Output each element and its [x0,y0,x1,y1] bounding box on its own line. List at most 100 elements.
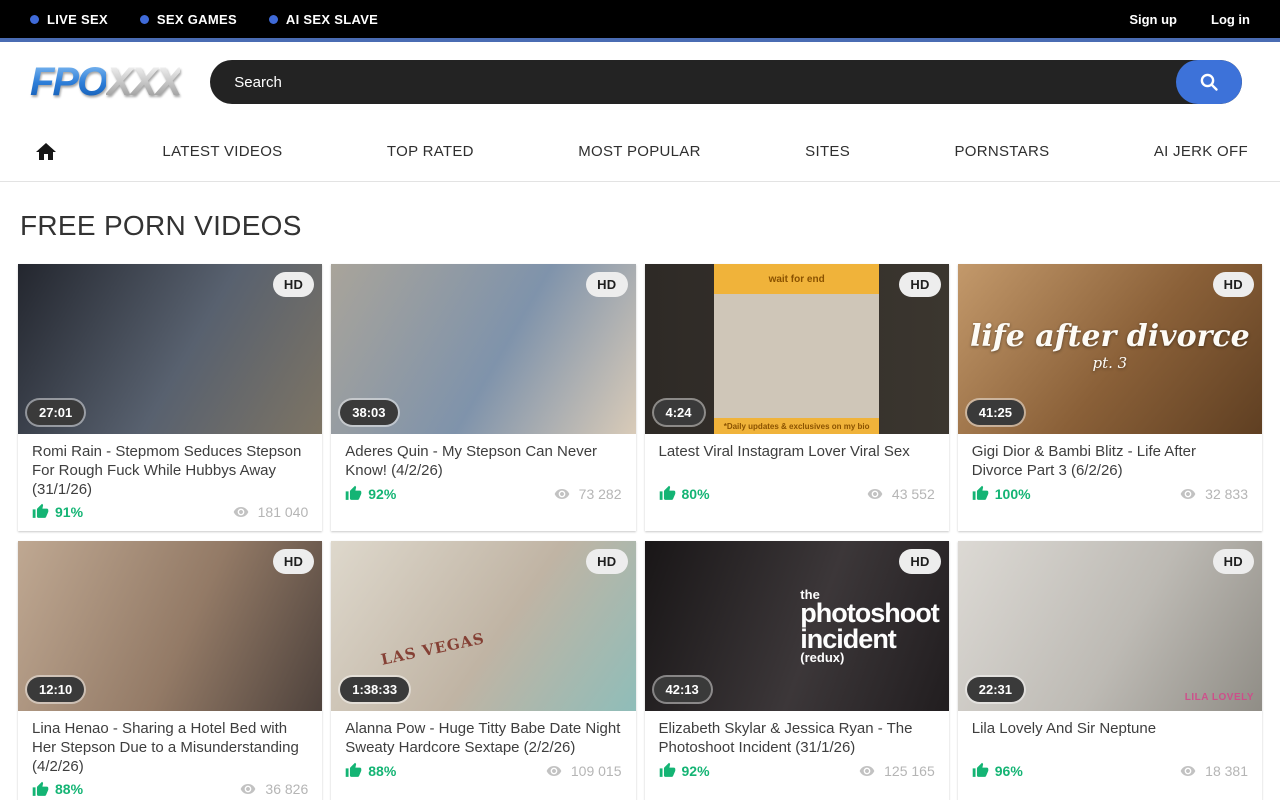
nav-link-most-popular[interactable]: MOST POPULAR [578,143,701,160]
eye-icon [238,781,258,797]
video-card[interactable]: wait for end*Daily updates & exclusives … [645,264,949,531]
video-stats: 92% 73 282 [345,485,621,502]
video-title[interactable]: Romi Rain - Stepmom Seduces Stepson For … [32,443,308,499]
video-info: Elizabeth Skylar & Jessica Ryan - The Ph… [645,711,949,790]
video-thumbnail[interactable]: HD12:10 [18,541,322,711]
topbar-link[interactable]: AI SEX SLAVE [269,12,378,27]
search-icon [1197,70,1221,94]
rating: 92% [345,485,396,502]
eye-icon [231,504,251,520]
search-input[interactable] [210,74,1176,91]
views: 32 833 [1178,486,1248,502]
views-value: 32 833 [1205,486,1248,502]
thumbs-up-icon [32,503,49,520]
signup-link[interactable]: Sign up [1129,12,1177,27]
video-thumbnail[interactable]: HD38:03 [331,264,635,434]
video-info: Lina Henao - Sharing a Hotel Bed with He… [18,711,322,800]
video-stats: 88% 36 826 [32,781,308,798]
rating: 92% [659,762,710,779]
video-info: Lila Lovely And Sir Neptune96%18 381 [958,711,1262,790]
thumbnail-watermark: LILA LOVELY [1185,692,1254,703]
search-button[interactable] [1176,60,1242,104]
video-card[interactable]: HD27:01 Romi Rain - Stepmom Seduces Steps… [18,264,322,531]
duration-badge: 41:25 [967,400,1024,425]
video-card[interactable]: thephotoshootincident(redux)HD42:13Eliza… [645,541,949,800]
rating-value: 88% [368,763,396,779]
video-card[interactable]: LILA LOVELYHD22:31Lila Lovely And Sir Ne… [958,541,1262,800]
site-logo[interactable]: FPOXXX [30,60,180,105]
bullet-dot-icon [30,15,39,24]
poster-line: photoshoot [800,601,938,627]
views-value: 73 282 [579,486,622,502]
views-value: 18 381 [1205,763,1248,779]
video-thumbnail[interactable]: thephotoshootincident(redux)HD42:13 [645,541,949,711]
rating-value: 88% [55,781,83,797]
video-thumbnail[interactable]: life after divorcept. 3HD41:25 [958,264,1262,434]
duration-badge: 4:24 [654,400,704,425]
topbar-link[interactable]: LIVE SEX [30,12,108,27]
views: 36 826 [238,781,308,797]
video-card[interactable]: life after divorcept. 3HD41:25Gigi Dior … [958,264,1262,531]
video-card[interactable]: LAS VEGASHD1:38:33 Alanna Pow - Huge Titt… [331,541,635,800]
video-card[interactable]: HD12:10 Lina Henao - Sharing a Hotel Bed … [18,541,322,800]
nav-link-sites[interactable]: SITES [805,143,850,160]
topbar-link-label: AI SEX SLAVE [286,12,378,27]
login-link[interactable]: Log in [1211,12,1250,27]
views: 43 552 [865,486,935,502]
video-thumbnail[interactable]: LILA LOVELYHD22:31 [958,541,1262,711]
views: 181 040 [231,504,309,520]
main-nav: LATEST VIDEOS TOP RATED MOST POPULAR SITES P… [0,122,1280,182]
video-thumbnail[interactable]: HD27:01 [18,264,322,434]
topbar-link[interactable]: SEX GAMES [140,12,237,27]
views-value: 181 040 [258,504,309,520]
views-value: 125 165 [884,763,935,779]
video-title[interactable]: Alanna Pow - Huge Titty Babe Date Night … [345,720,621,758]
thumbs-up-icon [659,762,676,779]
nav-link-latest-videos[interactable]: LATEST VIDEOS [162,143,282,160]
topbar-links: LIVE SEX SEX GAMES AI SEX SLAVE [30,12,378,27]
hd-badge: HD [899,549,940,574]
nav-home[interactable] [34,140,58,164]
rating: 88% [345,762,396,779]
eye-icon [1178,763,1198,779]
video-info: Alanna Pow - Huge Titty Babe Date Night … [331,711,635,790]
video-title[interactable]: Gigi Dior & Bambi Blitz - Life After Div… [972,443,1248,481]
video-title[interactable]: Lila Lovely And Sir Neptune [972,720,1248,758]
nav-link-top-rated[interactable]: TOP RATED [387,143,474,160]
thumbnail-poster-text: thephotoshootincident(redux) [800,589,938,665]
video-stats: 80% 43 552 [659,485,935,502]
video-card[interactable]: HD38:03 Aderes Quin - My Stepson Can Neve… [331,264,635,531]
site-header: FPOXXX [0,42,1280,122]
rating-value: 80% [682,486,710,502]
thumbs-up-icon [345,762,362,779]
nav-link-pornstars[interactable]: PORNSTARS [954,143,1049,160]
views-value: 43 552 [892,486,935,502]
thumbs-up-icon [345,485,362,502]
hd-badge: HD [1213,272,1254,297]
thumbs-up-icon [659,485,676,502]
views: 109 015 [544,763,622,779]
duration-badge: 27:01 [27,400,84,425]
video-title[interactable]: Aderes Quin - My Stepson Can Never Know!… [345,443,621,481]
thumbnail-banner-top: wait for end [714,264,878,294]
hd-badge: HD [586,272,627,297]
poster-line: incident [800,627,938,653]
home-icon [34,140,58,164]
nav-link-ai-jerk-off[interactable]: AI JERK OFF [1154,143,1248,160]
rating: 100% [972,485,1031,502]
thumbs-up-icon [32,781,49,798]
rating-value: 91% [55,504,83,520]
video-stats: 100% 32 833 [972,485,1248,502]
bullet-dot-icon [140,15,149,24]
video-thumbnail[interactable]: wait for end*Daily updates & exclusives … [645,264,949,434]
video-title[interactable]: Latest Viral Instagram Lover Viral Sex [659,443,935,481]
video-thumbnail[interactable]: LAS VEGASHD1:38:33 [331,541,635,711]
video-title[interactable]: Elizabeth Skylar & Jessica Ryan - The Ph… [659,720,935,758]
video-title[interactable]: Lina Henao - Sharing a Hotel Bed with He… [32,720,308,776]
rating-value: 100% [995,486,1031,502]
hd-badge: HD [273,549,314,574]
rating-value: 92% [368,486,396,502]
eye-icon [865,486,885,502]
views-value: 36 826 [265,781,308,797]
rating: 91% [32,503,83,520]
